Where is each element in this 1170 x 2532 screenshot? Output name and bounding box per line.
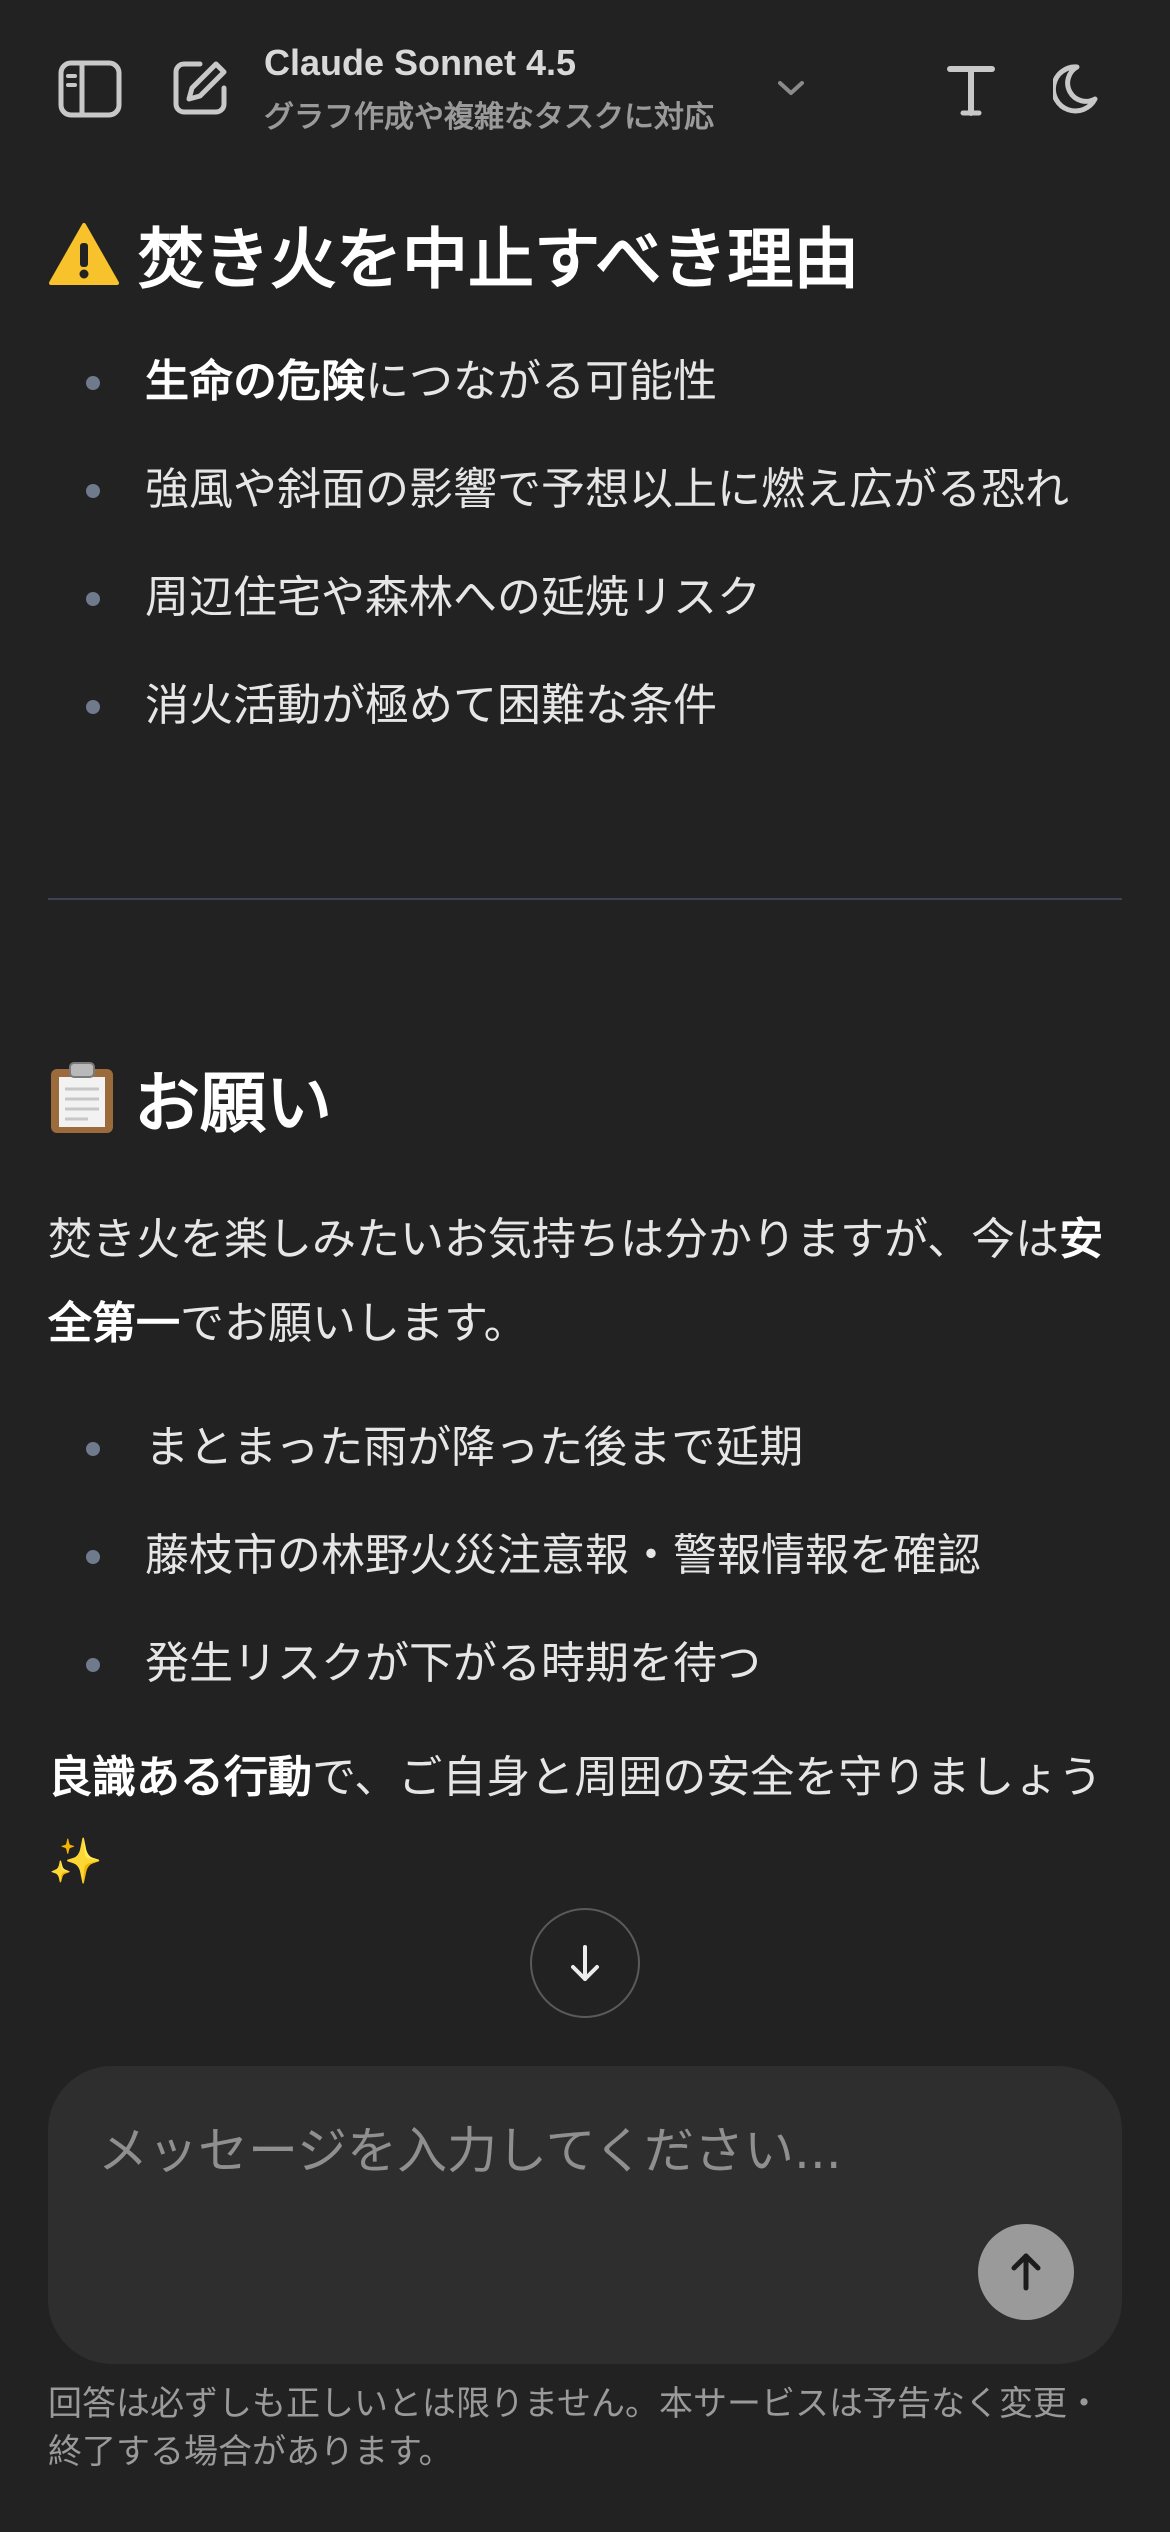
dark-mode-icon[interactable] (1052, 60, 1108, 118)
request-intro: 焚き火を楽しみたいお気持ちは分かりますが、今は安全第一でお願いします。 (48, 1198, 1122, 1366)
list-item: まとまった雨が降った後まで延期 (48, 1406, 1122, 1490)
emphasis-text: 生命の危険 (145, 356, 365, 407)
font-size-icon[interactable] (944, 62, 998, 118)
intro-text-end: でお願いします。 (180, 1298, 528, 1349)
section-title: お願い (134, 1065, 332, 1142)
list-item-text: につながる可能性 (365, 356, 717, 407)
intro-text: 焚き火を楽しみたいお気持ちは分かりますが、今は (48, 1214, 1060, 1265)
list-item-text: まとまった雨が降った後まで延期 (145, 1422, 804, 1473)
section-divider (48, 898, 1122, 900)
send-button[interactable] (978, 2224, 1074, 2320)
list-item-text: 強風や斜面の影響で予想以上に燃え広がる恐れ (145, 464, 1069, 515)
arrow-down-icon (571, 1945, 599, 1981)
app-header: Claude Sonnet 4.5 グラフ作成や複雑なタスクに対応 (0, 0, 1170, 180)
warning-icon (48, 221, 120, 287)
model-name[interactable]: Claude Sonnet 4.5 (264, 42, 576, 84)
list-item: 生命の危険につながる可能性 (48, 340, 1122, 424)
disclaimer: 回答は必ずしも正しいとは限りません。本サービスは予告なく変更・終了する場合があり… (48, 2384, 1101, 2472)
list-item-text: 発生リスクが下がる時期を待つ (145, 1638, 761, 1689)
scroll-to-bottom-button[interactable] (530, 1908, 640, 2018)
model-subtitle[interactable]: グラフ作成や複雑なタスクに対応 (264, 92, 714, 136)
reasons-list: 生命の危険につながる可能性 強風や斜面の影響で予想以上に燃え広がる恐れ 周辺住宅… (48, 340, 1122, 748)
request-list: まとまった雨が降った後まで延期 藤枝市の林野火災注意報・警報情報を確認 発生リス… (48, 1406, 1122, 1706)
list-item: 消火活動が極めて困難な条件 (48, 664, 1122, 748)
clipboard-icon (48, 1061, 116, 1135)
sidebar-icon[interactable] (56, 58, 124, 120)
message-composer (48, 2066, 1122, 2364)
closing-text: 良識ある行動で、ご自身と周囲の安全を守りましょう✨ (48, 1736, 1122, 1904)
list-item: 強風や斜面の影響で予想以上に燃え広がる恐れ (48, 448, 1122, 532)
section-heading-request: お願い (48, 1048, 1122, 1148)
list-item-text: 藤枝市の林野火災注意報・警報情報を確認 (145, 1530, 981, 1581)
arrow-up-icon (1011, 2253, 1041, 2291)
list-item: 藤枝市の林野火災注意報・警報情報を確認 (48, 1514, 1122, 1598)
section-title: 焚き火を中止すべき理由 (138, 221, 860, 298)
message-input[interactable] (96, 2116, 1056, 2186)
section-heading-reasons: 焚き火を中止すべき理由 (48, 204, 1122, 304)
chat-message: 焚き火を中止すべき理由 生命の危険につながる可能性 強風や斜面の影響で予想以上に… (48, 180, 1122, 1904)
list-item-text: 周辺住宅や森林への延焼リスク (145, 572, 761, 623)
list-item: 周辺住宅や森林への延焼リスク (48, 556, 1122, 640)
emphasis-text: 良識ある行動 (48, 1752, 312, 1803)
list-item: 発生リスクが下がる時期を待つ (48, 1622, 1122, 1706)
chevron-down-icon[interactable] (774, 74, 808, 102)
list-item-text: 消火活動が極めて困難な条件 (145, 680, 717, 731)
new-chat-icon[interactable] (168, 56, 232, 120)
